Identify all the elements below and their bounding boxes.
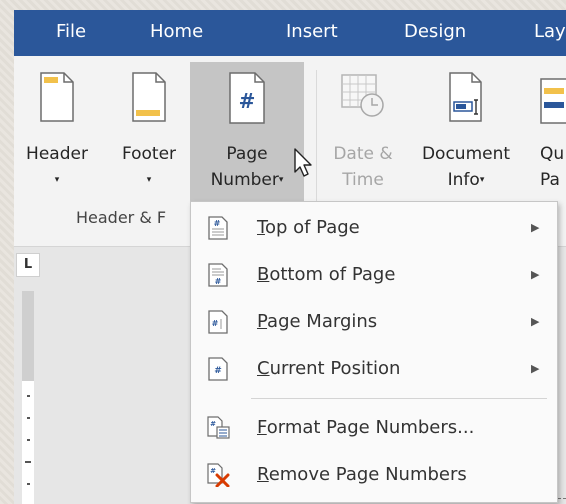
tab-layout[interactable]: Lay xyxy=(534,10,566,56)
menu-item-label: ormat Page Numbers... xyxy=(266,417,475,438)
vertical-ruler[interactable] xyxy=(22,291,34,504)
accelerator-key: C xyxy=(257,358,270,379)
tab-design[interactable]: Design xyxy=(404,10,466,56)
footer-button[interactable]: Footer ▾ xyxy=(106,62,192,204)
svg-text:#: # xyxy=(214,219,221,228)
page-number-dropdown-caret: ▾ xyxy=(278,175,284,185)
page-number-label-line1: Page xyxy=(226,144,268,164)
menu-item-page-margins[interactable]: # Page Margins ▶ xyxy=(191,300,557,344)
footer-dropdown-caret: ▾ xyxy=(146,175,152,185)
group-label-header-footer: Header & F xyxy=(76,208,167,227)
document-info-dropdown-caret: ▾ xyxy=(479,175,485,185)
footer-label: Footer xyxy=(121,144,177,164)
menu-item-label: emove Page Numbers xyxy=(268,464,467,485)
document-info-icon xyxy=(449,72,482,122)
calendar-clock-icon xyxy=(341,74,384,117)
quick-parts-icon xyxy=(540,78,566,124)
document-info-label-line1: Document xyxy=(421,144,511,164)
accelerator-key: R xyxy=(257,464,269,485)
accelerator-key: P xyxy=(257,311,268,332)
accelerator-key: B xyxy=(257,264,270,285)
remove-page-numbers-icon: # xyxy=(207,463,230,487)
tab-insert[interactable]: Insert xyxy=(286,10,338,56)
page-number-label-line2: Number xyxy=(210,170,279,190)
page-number-button[interactable]: # Page Number▾ xyxy=(190,62,304,204)
menu-item-label: age Margins xyxy=(267,311,378,332)
svg-text:#: # xyxy=(210,420,216,428)
mouse-pointer-icon xyxy=(294,148,312,177)
svg-text:#: # xyxy=(239,89,256,113)
page-number-icon: # xyxy=(229,72,265,124)
current-position-icon: # xyxy=(208,357,228,381)
format-page-numbers-icon: # xyxy=(207,416,230,439)
header-icon xyxy=(40,72,74,122)
menu-item-format-page-numbers[interactable]: # Format Page Numbers... xyxy=(191,406,557,450)
ribbon-tab-bar: File Home Insert Design Lay xyxy=(14,10,566,56)
accelerator-key: F xyxy=(257,417,267,438)
submenu-arrow-icon: ▶ xyxy=(531,315,540,328)
tab-selector-button[interactable]: L xyxy=(16,253,40,277)
tab-home[interactable]: Home xyxy=(150,10,203,56)
submenu-arrow-icon: ▶ xyxy=(531,268,540,281)
quick-parts-label-line2: Pa xyxy=(540,170,560,190)
top-of-page-icon: # xyxy=(208,216,228,240)
accelerator-key: T xyxy=(257,217,265,238)
page-margins-icon: # xyxy=(208,310,228,334)
header-label: Header xyxy=(26,144,88,164)
footer-icon xyxy=(132,72,166,122)
document-info-button[interactable]: Document Info▾ xyxy=(406,62,526,204)
tab-file[interactable]: File xyxy=(56,10,86,56)
submenu-arrow-icon: ▶ xyxy=(531,221,540,234)
menu-item-remove-page-numbers[interactable]: # Remove Page Numbers xyxy=(191,453,557,497)
document-info-label-line2: Info xyxy=(447,170,480,190)
submenu-arrow-icon: ▶ xyxy=(531,362,540,375)
menu-item-label: op of Page xyxy=(264,217,360,238)
svg-text:#: # xyxy=(210,467,216,475)
svg-text:#: # xyxy=(215,277,222,286)
header-dropdown-caret: ▾ xyxy=(54,175,60,185)
menu-item-label: urrent Position xyxy=(269,358,401,379)
svg-text:#: # xyxy=(214,366,222,376)
quick-parts-label-line1: Qu xyxy=(540,144,565,164)
bottom-of-page-icon: # xyxy=(208,263,228,287)
date-time-label-line1: Date & xyxy=(333,144,393,164)
date-time-label-line2: Time xyxy=(342,170,384,190)
page-number-dropdown-menu: # Top of Page ▶ # Bottom of Page ▶ # Pag… xyxy=(190,201,558,503)
svg-text:#: # xyxy=(212,319,219,328)
menu-item-top-of-page[interactable]: # Top of Page ▶ xyxy=(191,206,557,250)
menu-item-label: ottom of Page xyxy=(269,264,396,285)
header-button[interactable]: Header ▾ xyxy=(14,62,100,204)
menu-item-bottom-of-page[interactable]: # Bottom of Page ▶ xyxy=(191,253,557,297)
date-time-button[interactable]: Date & Time xyxy=(326,62,400,204)
menu-separator xyxy=(251,398,547,399)
menu-item-current-position[interactable]: # Current Position ▶ xyxy=(191,347,557,391)
quick-parts-button[interactable]: Qu Pa xyxy=(534,62,566,204)
